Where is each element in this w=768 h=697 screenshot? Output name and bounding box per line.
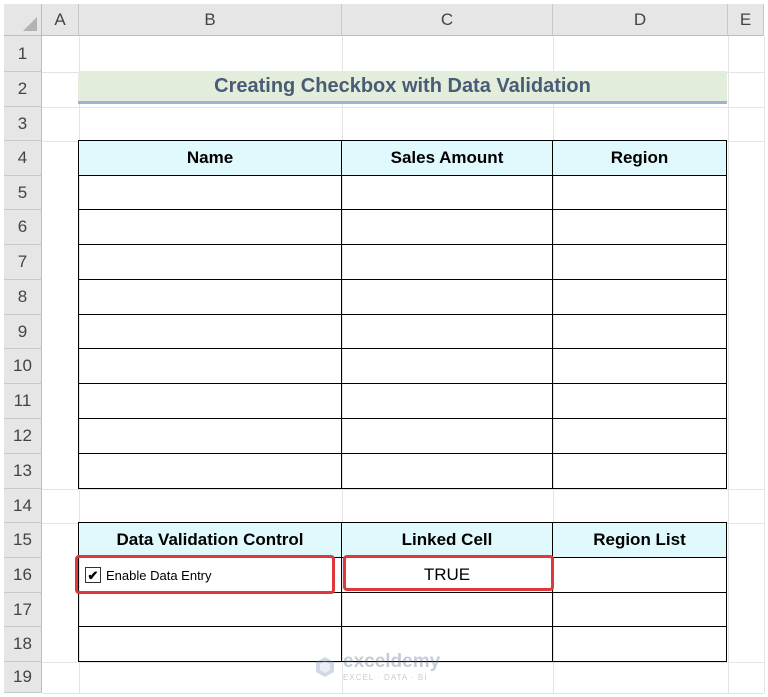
row-header-14[interactable]: 14 (4, 489, 42, 523)
gridline (42, 107, 764, 108)
select-all-corner[interactable] (4, 4, 42, 36)
table1-cell[interactable] (341, 314, 553, 349)
gridline (42, 489, 764, 490)
row-header-16[interactable]: 16 (4, 558, 42, 593)
row-header-3[interactable]: 3 (4, 107, 42, 141)
table1-cell[interactable] (341, 209, 553, 245)
table2-cell[interactable] (552, 626, 727, 662)
table2-header-data-validation-control[interactable]: Data Validation Control (78, 522, 342, 558)
table1-cell[interactable] (78, 244, 342, 280)
table1-cell[interactable] (341, 279, 553, 315)
row-header-5[interactable]: 5 (4, 176, 42, 210)
row-header-17[interactable]: 17 (4, 593, 42, 627)
table1-cell[interactable] (552, 209, 727, 245)
table2-header-linked-cell[interactable]: Linked Cell (341, 522, 553, 558)
column-header-c[interactable]: C (342, 4, 553, 36)
table2-cell[interactable] (78, 592, 342, 627)
table1-cell[interactable] (78, 279, 342, 315)
spreadsheet: A B C D E 1 2 3 4 5 6 7 8 9 10 11 12 13 … (0, 0, 768, 697)
table1-cell[interactable] (341, 175, 553, 210)
table1-cell[interactable] (341, 383, 553, 419)
table1-cell[interactable] (78, 209, 342, 245)
table1-header-name[interactable]: Name (78, 140, 342, 176)
column-header-b[interactable]: B (79, 4, 342, 36)
row-header-9[interactable]: 9 (4, 315, 42, 349)
table1-cell[interactable] (78, 383, 342, 419)
table2-cell[interactable] (552, 557, 727, 593)
table1-cell[interactable] (78, 418, 342, 454)
table1-header-sales-amount[interactable]: Sales Amount (341, 140, 553, 176)
checkbox-highlight-box (75, 555, 335, 594)
row-header-15[interactable]: 15 (4, 523, 42, 558)
table1-cell[interactable] (78, 175, 342, 210)
row-header-8[interactable]: 8 (4, 280, 42, 315)
table1-cell[interactable] (78, 453, 342, 489)
row-header-1[interactable]: 1 (4, 36, 42, 72)
table2-header-region-list[interactable]: Region List (552, 522, 727, 558)
table1-cell[interactable] (552, 383, 727, 419)
table1-cell[interactable] (552, 418, 727, 454)
table2-cell[interactable] (78, 626, 342, 662)
exceldemy-logo-icon (316, 656, 334, 677)
gridline (728, 36, 729, 693)
row-header-11[interactable]: 11 (4, 384, 42, 419)
select-all-triangle-icon (23, 17, 37, 31)
row-header-10[interactable]: 10 (4, 349, 42, 384)
row-header-12[interactable]: 12 (4, 419, 42, 454)
table1-cell[interactable] (341, 348, 553, 384)
row-header-13[interactable]: 13 (4, 454, 42, 489)
table1-cell[interactable] (341, 244, 553, 280)
table2-cell[interactable] (552, 592, 727, 627)
table1-cell[interactable] (341, 453, 553, 489)
sheet-title[interactable]: Creating Checkbox with Data Validation (78, 71, 727, 104)
table1-cell[interactable] (78, 314, 342, 349)
table1-header-region[interactable]: Region (552, 140, 727, 176)
table2-cell[interactable] (341, 592, 553, 627)
watermark-tagline: EXCEL · DATA · BI (343, 673, 428, 682)
column-header-a[interactable]: A (42, 4, 79, 36)
column-header-d[interactable]: D (553, 4, 728, 36)
gridline (42, 693, 764, 694)
table1-cell[interactable] (552, 348, 727, 384)
row-header-2[interactable]: 2 (4, 72, 42, 107)
watermark-name: exceldemy (343, 651, 441, 672)
table1-cell[interactable] (552, 244, 727, 280)
column-header-e[interactable]: E (728, 4, 764, 36)
table1-cell[interactable] (78, 348, 342, 384)
gridline (764, 36, 765, 693)
table1-cell[interactable] (552, 453, 727, 489)
row-header-4[interactable]: 4 (4, 141, 42, 176)
row-header-19[interactable]: 19 (4, 662, 42, 693)
row-header-18[interactable]: 18 (4, 627, 42, 662)
table1-cell[interactable] (552, 175, 727, 210)
linked-cell-highlight-box (343, 555, 554, 591)
table1-cell[interactable] (552, 279, 727, 315)
table1-cell[interactable] (341, 418, 553, 454)
exceldemy-watermark: exceldemy EXCEL · DATA · BI (313, 651, 440, 682)
row-header-6[interactable]: 6 (4, 210, 42, 245)
row-header-7[interactable]: 7 (4, 245, 42, 280)
table1-cell[interactable] (552, 314, 727, 349)
